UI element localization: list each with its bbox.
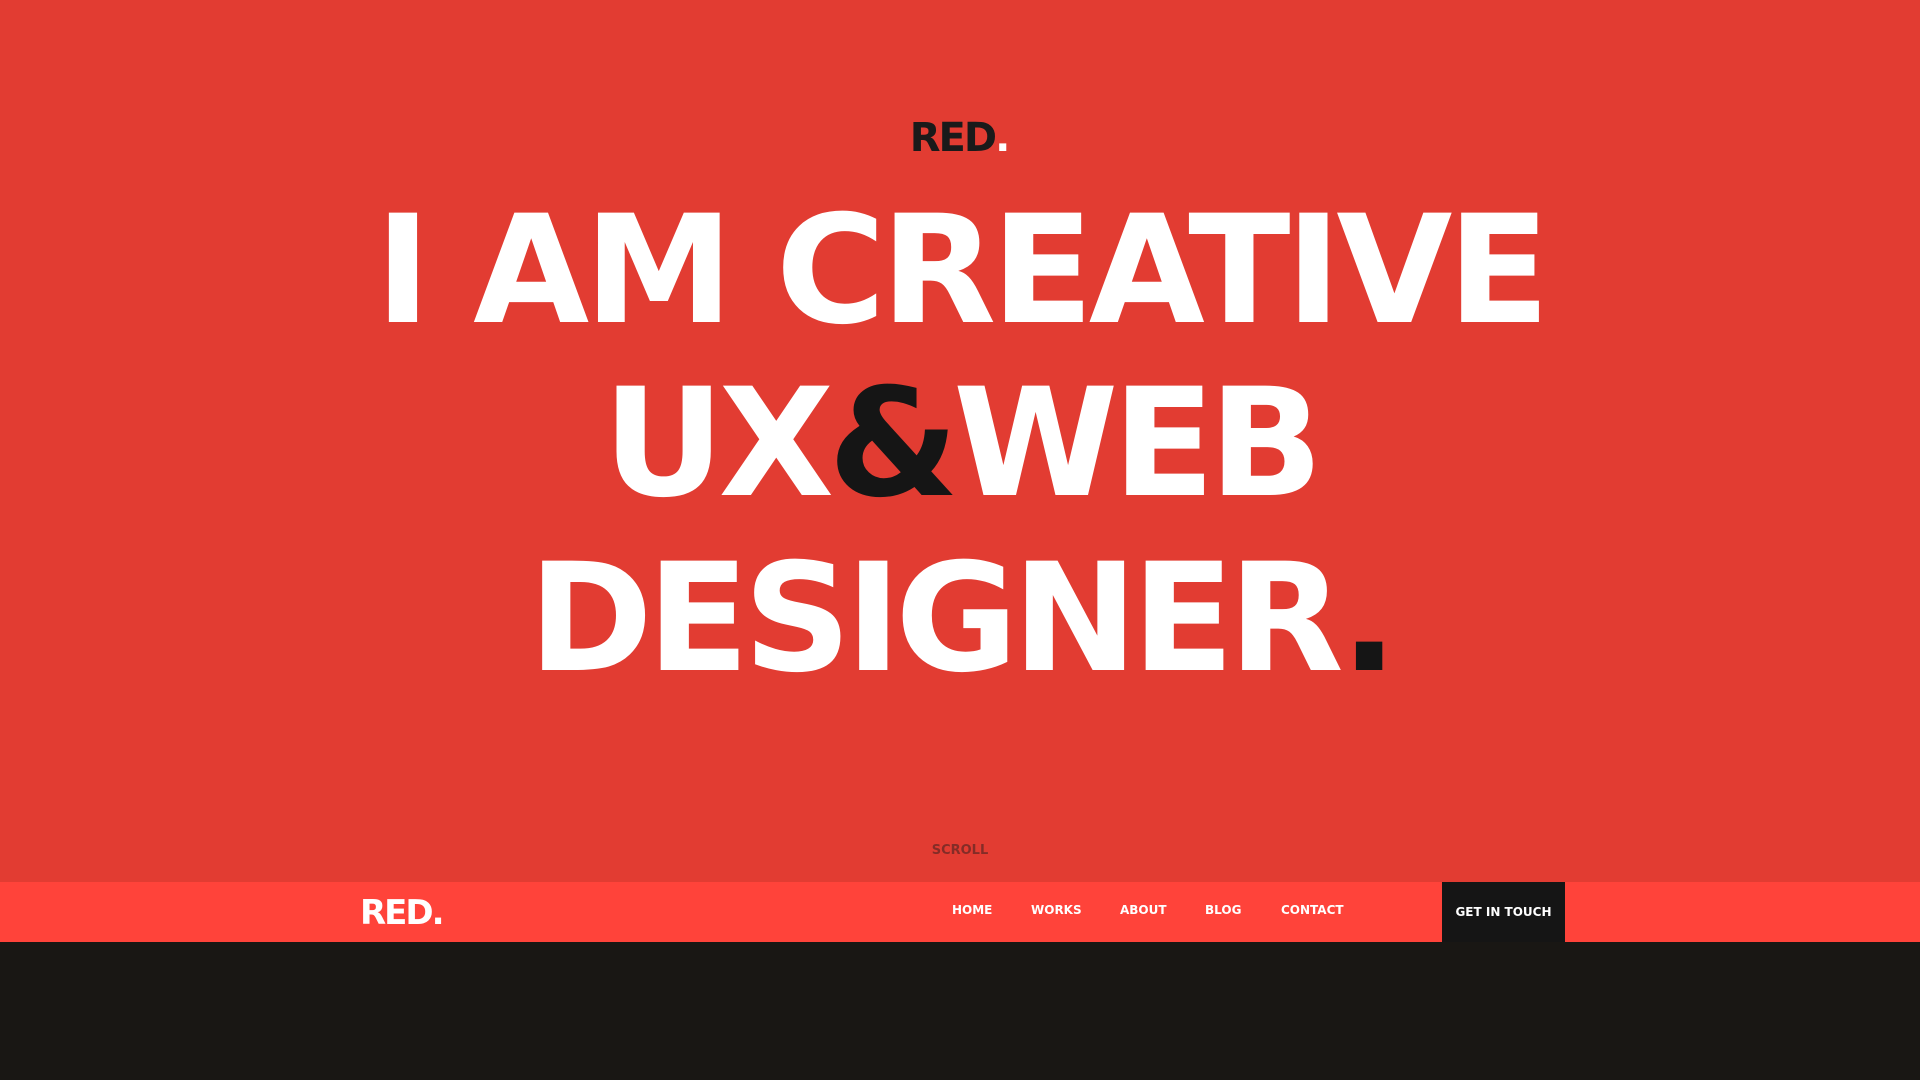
headline-period: .	[1340, 532, 1398, 706]
nav-item-home[interactable]: HOME	[952, 904, 992, 916]
scroll-indicator[interactable]: SCROLL	[0, 843, 1920, 858]
headline-line-1: I AM CREATIVE	[375, 184, 1550, 358]
hero-section: RED. I AM CREATIVE UX&WEB DESIGNER. SCRO…	[0, 0, 1920, 882]
nav-item-about[interactable]: ABOUT	[1120, 904, 1167, 916]
hero-logo-dot: .	[995, 115, 1011, 161]
hero-logo: RED.	[0, 118, 1920, 158]
main-navbar: RED. HOME WORKS ABOUT BLOG CONTACT GET I…	[0, 882, 1920, 942]
navbar-logo-dot: .	[431, 893, 445, 933]
headline-ux: UX	[602, 357, 834, 531]
content-section	[0, 942, 1920, 1080]
get-in-touch-button[interactable]: GET IN TOUCH	[1442, 882, 1565, 942]
headline-ampersand: &	[828, 357, 959, 531]
nav-item-works[interactable]: WORKS	[1031, 904, 1082, 916]
headline-line-3: DESIGNER.	[0, 544, 1920, 694]
headline-line-2: UX&WEB	[0, 369, 1920, 519]
navbar-logo[interactable]: RED.	[360, 896, 445, 930]
nav-item-blog[interactable]: BLOG	[1205, 904, 1241, 916]
headline-designer: DESIGNER	[528, 532, 1346, 706]
hero-logo-text: RED	[909, 115, 997, 161]
page: RED. I AM CREATIVE UX&WEB DESIGNER. SCRO…	[0, 0, 1920, 1080]
headline-web: WEB	[953, 357, 1323, 531]
navbar-logo-text: RED	[360, 893, 434, 933]
nav-item-contact[interactable]: CONTACT	[1281, 904, 1344, 916]
